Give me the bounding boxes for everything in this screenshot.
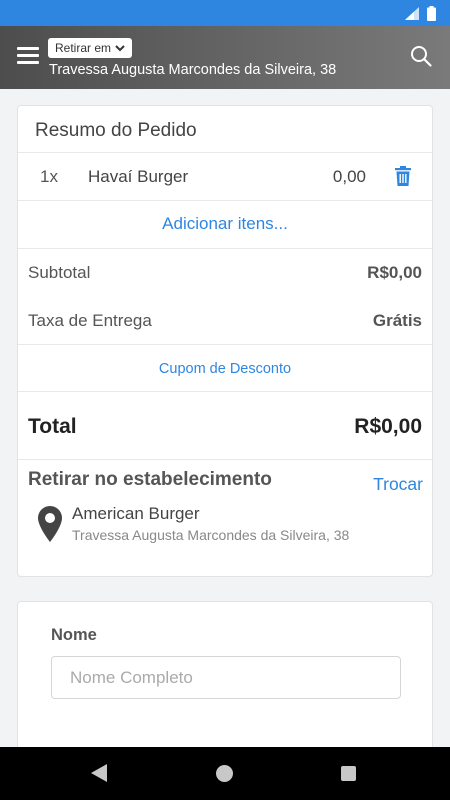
store-address: Travessa Augusta Marcondes da Silveira, … — [72, 527, 350, 543]
name-label: Nome — [51, 626, 97, 644]
total-label: Total — [28, 415, 77, 438]
total-row: Total R$0,00 — [18, 392, 432, 460]
system-nav-bar — [0, 747, 450, 800]
item-quantity: 1x — [40, 167, 58, 186]
summary-title: Resumo do Pedido — [35, 120, 197, 141]
header-address: Travessa Augusta Marcondes da Silveira, … — [49, 62, 337, 78]
store-name: American Burger — [72, 504, 200, 523]
battery-icon — [427, 6, 436, 21]
total-value: R$0,00 — [354, 415, 422, 438]
add-items-row: Adicionar itens... — [18, 201, 432, 249]
item-name: Havaí Burger — [88, 167, 189, 186]
item-price: 0,00 — [332, 167, 366, 186]
chevron-down-icon — [115, 44, 125, 51]
pickup-title: Retirar no estabelecimento — [28, 469, 272, 490]
order-summary-card: Resumo do Pedido 1x Havaí Burger 0,00 Ad… — [17, 105, 433, 577]
back-icon[interactable] — [91, 764, 107, 782]
location-pin-icon — [38, 506, 62, 542]
subtotal-label: Subtotal — [28, 263, 91, 282]
customer-form-card: Nome — [17, 601, 433, 771]
trash-icon[interactable] — [395, 166, 411, 186]
delivery-mode-label: Retirar em — [55, 41, 112, 55]
menu-icon[interactable] — [17, 47, 39, 67]
coupon-link[interactable]: Cupom de Desconto — [18, 361, 432, 377]
home-icon[interactable] — [216, 765, 233, 782]
status-icons — [405, 6, 436, 21]
order-item-row: 1x Havaí Burger 0,00 — [18, 153, 432, 201]
coupon-row: Cupom de Desconto — [18, 345, 432, 392]
app-header: Retirar em Travessa Augusta Marcondes da… — [0, 26, 450, 89]
change-pickup-link[interactable]: Trocar — [373, 474, 423, 495]
subtotal-value: R$0,00 — [367, 263, 422, 282]
delivery-mode-select[interactable]: Retirar em — [48, 38, 132, 58]
status-bar — [0, 0, 450, 26]
delivery-fee-value: Grátis — [372, 311, 422, 330]
signal-icon — [405, 7, 419, 20]
full-name-input[interactable] — [51, 656, 401, 699]
search-icon[interactable] — [410, 45, 432, 67]
recent-apps-icon[interactable] — [341, 766, 356, 781]
add-items-link[interactable]: Adicionar itens... — [18, 214, 432, 234]
delivery-fee-label: Taxa de Entrega — [28, 311, 152, 330]
